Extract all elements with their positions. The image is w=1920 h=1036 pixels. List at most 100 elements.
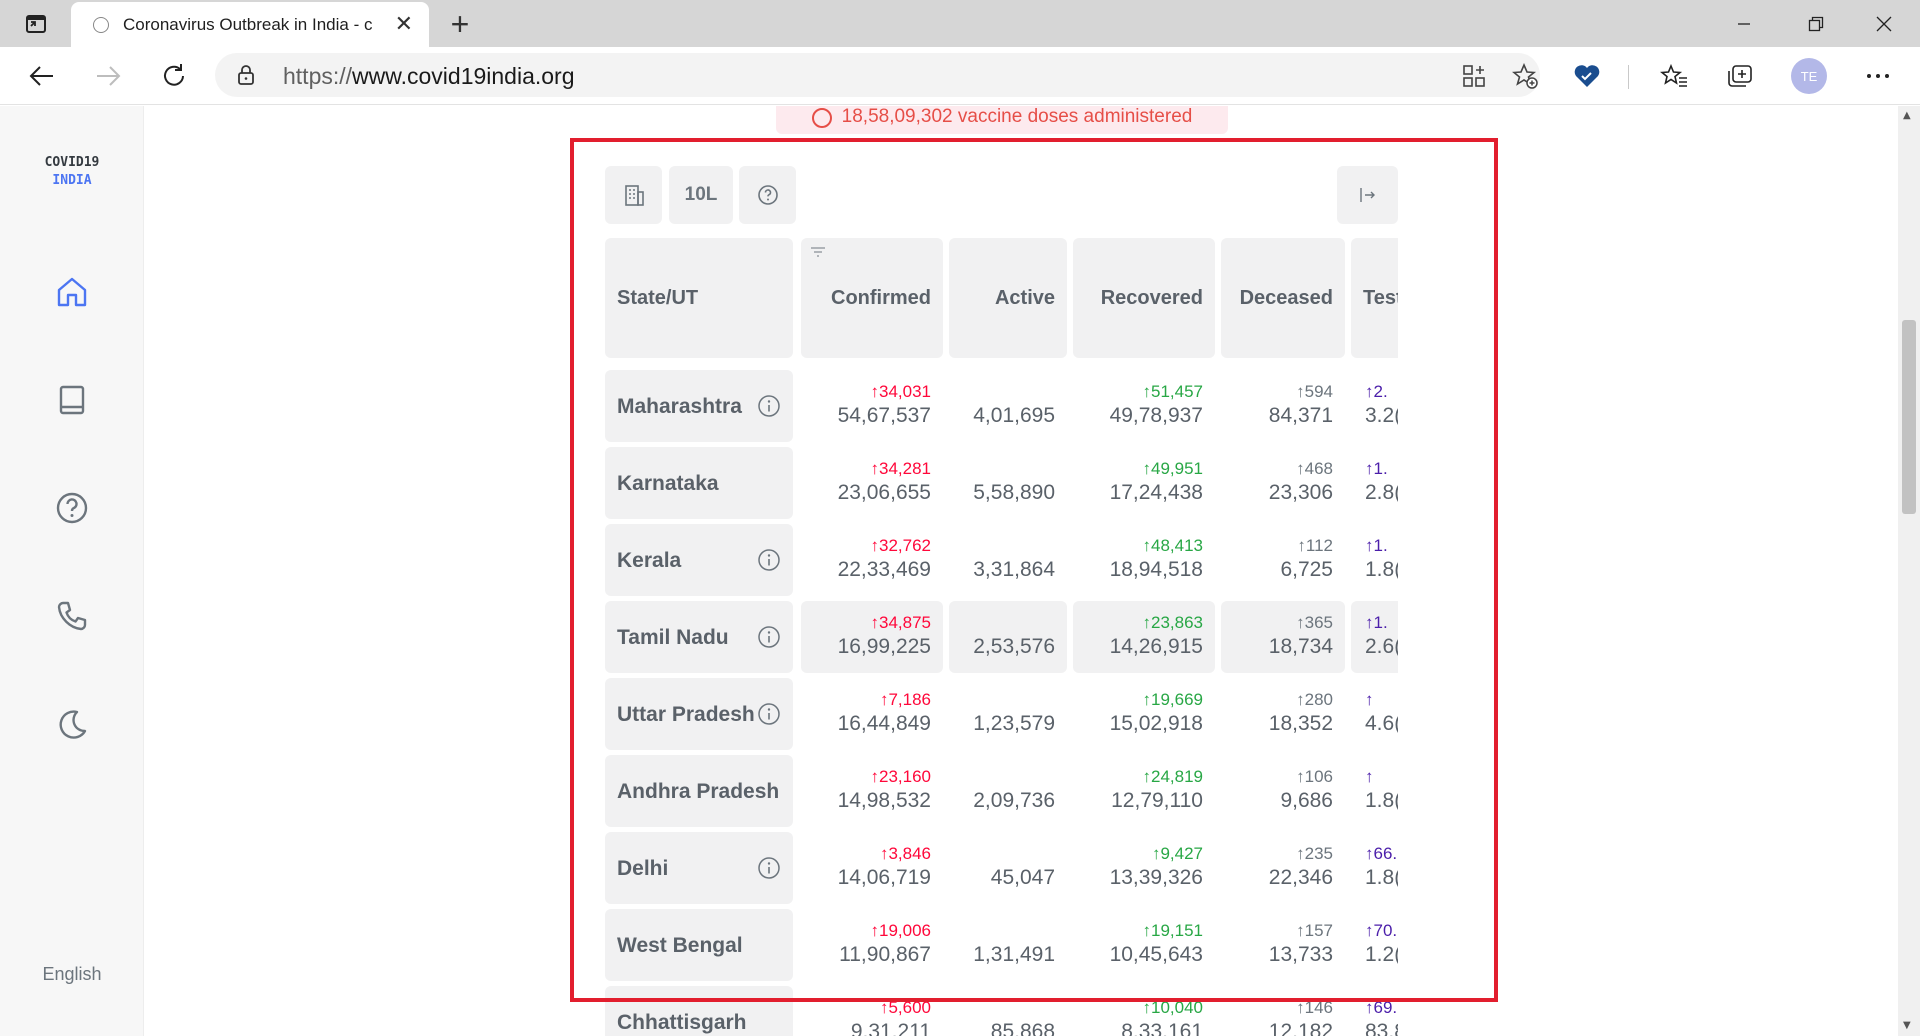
state-name: Karnataka bbox=[617, 471, 719, 495]
scrollbar-thumb[interactable] bbox=[1902, 320, 1916, 514]
favorites-icon[interactable] bbox=[1652, 55, 1696, 97]
tab-close-icon[interactable]: ✕ bbox=[395, 13, 413, 36]
confirmed-cell: ↑34,031 54,67,537 bbox=[801, 370, 943, 442]
collections-icon[interactable] bbox=[1718, 55, 1762, 97]
table-row[interactable]: Karnataka ↑34,281 23,06,655 5,58,890 ↑49,951… bbox=[605, 447, 1398, 519]
recovered-value: 8,33,161 bbox=[1121, 1020, 1203, 1036]
confirmed-value: 54,67,537 bbox=[837, 404, 931, 427]
state-name: Andhra Pradesh bbox=[617, 779, 780, 803]
recovered-cell: ↑48,413 18,94,518 bbox=[1073, 524, 1215, 596]
profile-avatar[interactable]: TE bbox=[1791, 58, 1827, 94]
scroll-down-icon[interactable]: ▼ bbox=[1903, 1020, 1911, 1031]
table-row[interactable]: Andhra Pradesh ↑23,160 14,98,532 2,09,736 ↑2… bbox=[605, 755, 1398, 827]
forward-icon[interactable] bbox=[86, 55, 130, 97]
confirmed-delta: ↑3,846 bbox=[879, 844, 931, 863]
state-cell[interactable]: Kerala bbox=[605, 524, 793, 596]
confirmed-cell: ↑3,846 14,06,719 bbox=[801, 832, 943, 904]
restore-icon[interactable] bbox=[1784, 0, 1848, 47]
minimize-icon[interactable] bbox=[1712, 0, 1776, 47]
info-icon[interactable] bbox=[757, 625, 781, 649]
state-cell[interactable]: Tamil Nadu bbox=[605, 601, 793, 673]
browser-tab[interactable]: Coronavirus Outbreak in India - c ✕ bbox=[71, 2, 429, 47]
header-state[interactable]: State/UT bbox=[605, 238, 793, 358]
confirmed-cell: ↑23,160 14,98,532 bbox=[801, 755, 943, 827]
deceased-value: 6,725 bbox=[1280, 558, 1333, 581]
table-row[interactable]: Uttar Pradesh ↑7,186 16,44,849 1,23,579 ↑19,… bbox=[605, 678, 1398, 750]
window-close-icon[interactable] bbox=[1852, 0, 1916, 47]
page-scrollbar[interactable]: ▲ ▼ bbox=[1898, 106, 1920, 1036]
phone-icon[interactable] bbox=[52, 596, 92, 636]
confirmed-value: 11,90,867 bbox=[839, 943, 931, 966]
state-cell[interactable]: Karnataka bbox=[605, 447, 793, 519]
districts-toggle-button[interactable] bbox=[605, 166, 662, 224]
state-cell[interactable]: Andhra Pradesh bbox=[605, 755, 793, 827]
tested-delta: ↑70. bbox=[1365, 921, 1398, 940]
help-icon[interactable] bbox=[52, 488, 92, 528]
scroll-up-icon[interactable]: ▲ bbox=[1903, 110, 1911, 121]
state-cell[interactable]: Delhi bbox=[605, 832, 793, 904]
confirmed-delta: ↑5,600 bbox=[879, 998, 931, 1017]
deceased-value: 84,371 bbox=[1268, 404, 1333, 427]
info-icon[interactable] bbox=[757, 856, 781, 880]
header-confirmed-label: Confirmed bbox=[831, 286, 931, 309]
language-switcher[interactable]: English bbox=[0, 964, 144, 985]
confirmed-cell: ↑34,281 23,06,655 bbox=[801, 447, 943, 519]
header-recovered[interactable]: Recovered bbox=[1073, 238, 1215, 358]
table-row[interactable]: West Bengal ↑19,006 11,90,867 1,31,491 ↑19,1… bbox=[605, 909, 1398, 981]
table-row[interactable]: Kerala ↑32,762 22,33,469 3,31,864 ↑48,413 18,… bbox=[605, 524, 1398, 596]
app-available-icon[interactable] bbox=[1460, 62, 1488, 90]
site-logo[interactable]: COVID19 INDIA bbox=[0, 154, 144, 190]
home-icon[interactable] bbox=[52, 272, 92, 312]
header-active[interactable]: Active bbox=[949, 238, 1067, 358]
info-icon[interactable] bbox=[757, 394, 781, 418]
table-help-button[interactable] bbox=[739, 166, 796, 224]
table-row[interactable]: Maharashtra ↑34,031 54,67,537 4,01,695 ↑51,4… bbox=[605, 370, 1398, 442]
refresh-icon[interactable] bbox=[152, 55, 196, 97]
table-row[interactable]: Delhi ↑3,846 14,06,719 45,047 ↑9,427 13,39,32… bbox=[605, 832, 1398, 904]
confirmed-delta: ↑34,281 bbox=[870, 459, 932, 478]
state-cell[interactable]: Uttar Pradesh bbox=[605, 678, 793, 750]
back-icon[interactable] bbox=[20, 55, 64, 97]
lock-icon[interactable] bbox=[237, 64, 255, 90]
tested-value: 2.8( bbox=[1365, 481, 1398, 504]
recovered-delta: ↑10,040 bbox=[1142, 998, 1204, 1017]
table-row[interactable]: Tamil Nadu ↑34,875 16,99,225 2,53,576 ↑23,86… bbox=[605, 601, 1398, 673]
tab-actions-icon[interactable] bbox=[14, 8, 58, 40]
deceased-value: 9,686 bbox=[1280, 789, 1333, 812]
active-value: 85,868 bbox=[990, 1020, 1055, 1036]
info-icon[interactable] bbox=[757, 548, 781, 572]
moon-icon[interactable] bbox=[52, 704, 92, 744]
deceased-cell: ↑106 9,686 bbox=[1221, 755, 1345, 827]
state-cell[interactable]: Chhattisgarh bbox=[605, 986, 793, 1036]
add-favorite-icon[interactable] bbox=[1511, 62, 1539, 90]
state-cell[interactable]: West Bengal bbox=[605, 909, 793, 981]
tested-delta: ↑1. bbox=[1365, 613, 1388, 632]
header-confirmed[interactable]: Confirmed bbox=[801, 238, 943, 358]
confirmed-delta: ↑19,006 bbox=[870, 921, 932, 940]
url-text[interactable]: https://www.covid19india.org bbox=[283, 63, 575, 90]
recovered-value: 14,26,915 bbox=[1109, 635, 1203, 658]
new-tab-icon[interactable]: + bbox=[442, 6, 478, 42]
info-icon[interactable] bbox=[757, 702, 781, 726]
header-recovered-label: Recovered bbox=[1100, 286, 1203, 309]
tab-favicon-icon bbox=[93, 16, 109, 33]
deceased-delta: ↑468 bbox=[1296, 459, 1333, 478]
header-state-label: State/UT bbox=[617, 286, 699, 309]
deceased-value: 18,352 bbox=[1268, 712, 1333, 735]
header-deceased[interactable]: Deceased bbox=[1221, 238, 1345, 358]
per-million-toggle-button[interactable]: 10L bbox=[669, 166, 733, 224]
table-row[interactable]: Chhattisgarh ↑5,600 9,31,211 85,868 ↑10,040 8… bbox=[605, 986, 1398, 1036]
tested-delta: ↑1. bbox=[1365, 536, 1388, 555]
browser-essentials-icon[interactable] bbox=[1565, 55, 1609, 97]
book-icon[interactable] bbox=[52, 380, 92, 420]
confirmed-delta: ↑34,031 bbox=[870, 382, 932, 401]
header-tested[interactable]: Tested bbox=[1351, 238, 1398, 358]
state-cell[interactable]: Maharashtra bbox=[605, 370, 793, 442]
more-options-icon[interactable] bbox=[1856, 55, 1900, 97]
deceased-value: 12,182 bbox=[1268, 1020, 1333, 1036]
active-value: 2,53,576 bbox=[973, 635, 1055, 658]
tested-delta: ↑ bbox=[1365, 690, 1374, 709]
logo-line-1: COVID19 bbox=[44, 155, 100, 170]
address-bar[interactable]: https://www.covid19india.org bbox=[215, 53, 1540, 97]
expand-table-button[interactable] bbox=[1337, 166, 1398, 224]
